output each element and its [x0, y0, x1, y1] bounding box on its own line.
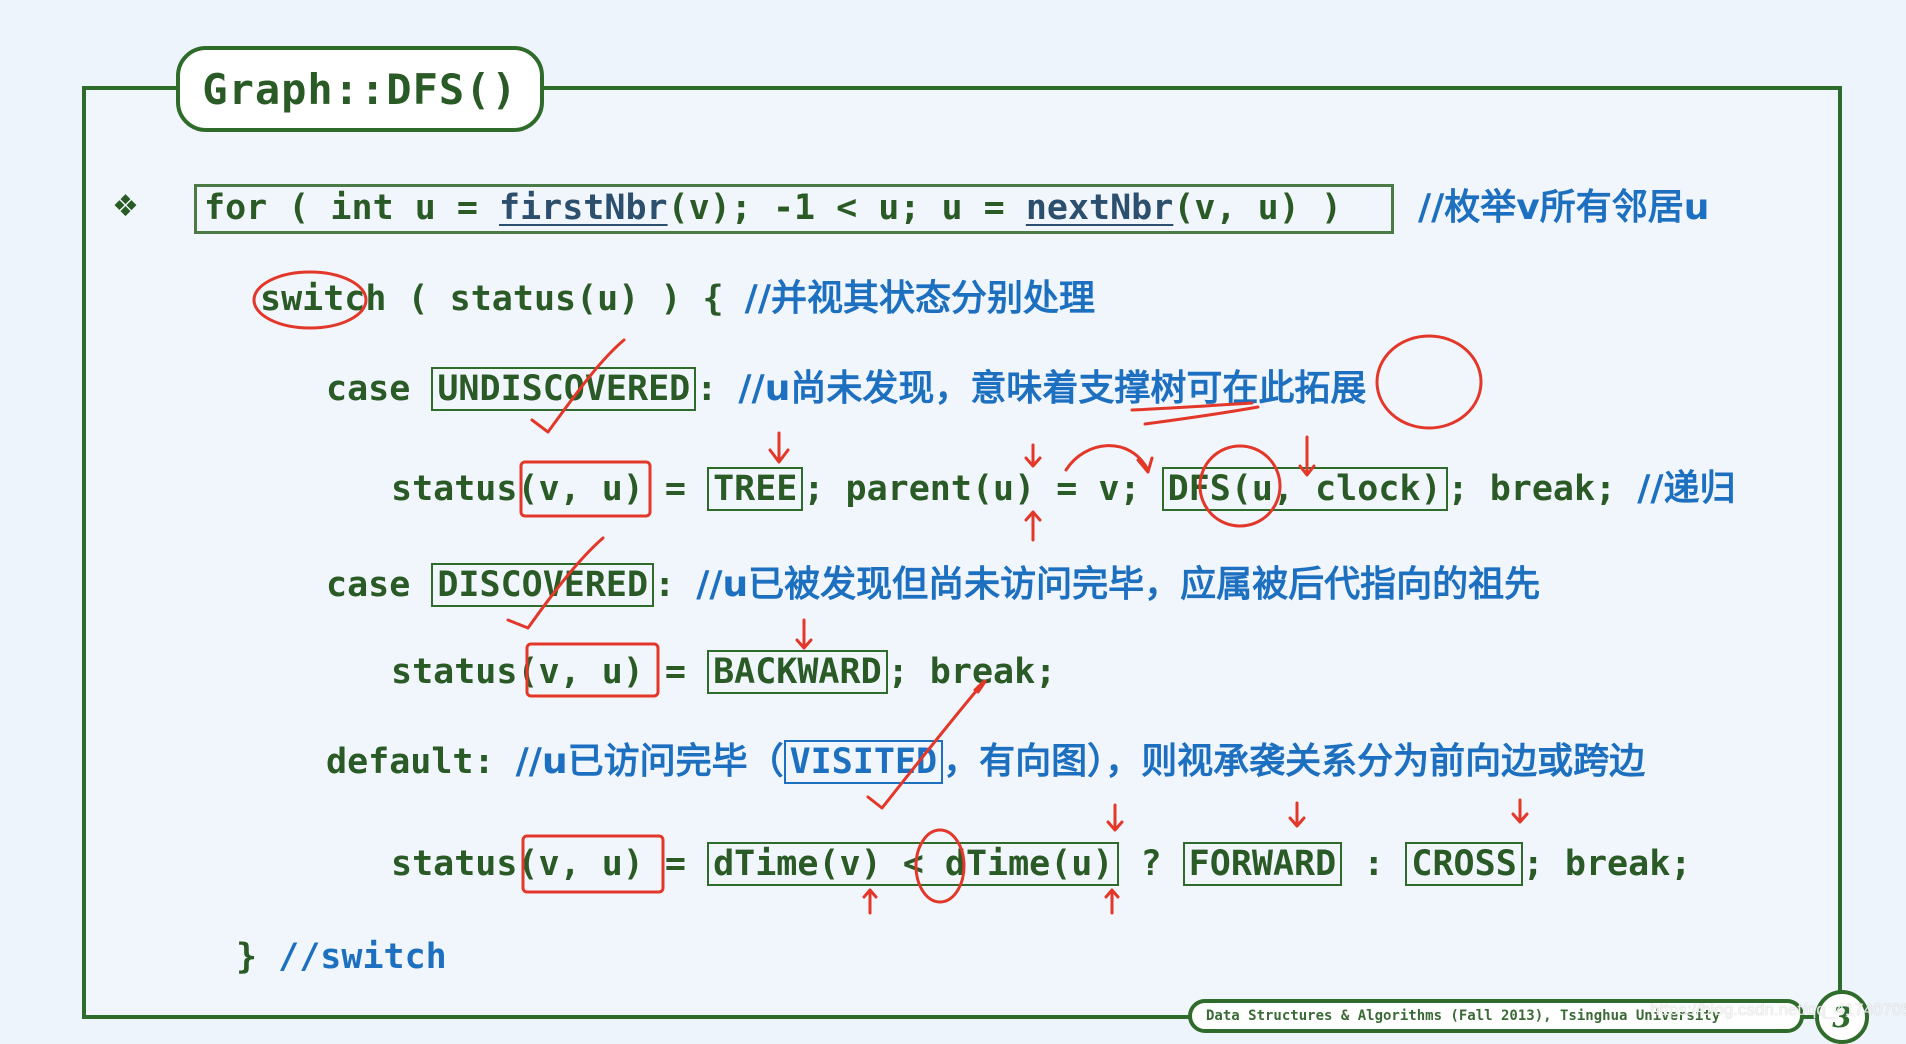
code-line-switch: switch ( status(u) ) { //并视其状态分别处理: [260, 277, 1095, 321]
four-diamond-bullet-icon: ❖: [112, 189, 139, 224]
closing-brace: }: [236, 937, 279, 977]
keyword-case: case: [326, 565, 432, 605]
code-text: ; break;: [1447, 469, 1638, 509]
comment-undiscovered: //u尚未发现，意味着支撑树可在此拓展: [738, 368, 1367, 409]
code-text: :: [654, 565, 697, 605]
code-text: ; break;: [1522, 844, 1692, 884]
code-text: for ( int u =: [204, 188, 500, 228]
code-line-case-undiscovered: case UNDISCOVERED: //u尚未发现，意味着支撑树可在此拓展: [326, 367, 1366, 411]
code-text: :: [696, 369, 739, 409]
comment-close-switch: //switch: [278, 937, 447, 977]
status-label-undiscovered: UNDISCOVERED: [431, 367, 697, 411]
keyword-default: default:: [326, 742, 516, 782]
code-text: (v, u) ): [1173, 188, 1342, 228]
keyword-case: case: [326, 369, 432, 409]
slide-title-text: Graph::DFS(): [202, 64, 518, 114]
comment-default-b: ，有向图），则视承袭关系分为前向边或跨边: [943, 741, 1646, 782]
code-line-tree: status(v, u) = TREE; parent(u) = v; DFS(…: [391, 467, 1736, 511]
function-nextNbr: nextNbr: [1025, 188, 1174, 228]
code-line-case-discovered: case DISCOVERED: //u已被发现但尚未访问完毕，应属被后代指向的…: [326, 563, 1540, 607]
course-footer-text: Data Structures & Algorithms (Fall 2013)…: [1206, 1008, 1721, 1024]
code-text: (v); -1 < u; u =: [667, 188, 1026, 228]
watermark-url: https://blog.csdn.net/qq_41740705: [1650, 1000, 1906, 1019]
code-line-forward-cross: status(v, u) = dTime(v) < dTime(u) ? FOR…: [391, 842, 1691, 886]
edge-label-backward: BACKWARD: [707, 650, 888, 694]
code-text: status(v, u) =: [391, 652, 708, 692]
code-line-default: default: //u已访问完毕（ VISITED ，有向图），则视承袭关系分为前…: [326, 740, 1645, 784]
code-line-for: for ( int u = firstNbr (v); -1 < u; u = n…: [204, 186, 1342, 230]
status-label-discovered: DISCOVERED: [431, 563, 655, 607]
edge-label-forward: FORWARD: [1182, 842, 1343, 886]
comment-for: //枚举v所有邻居u: [1418, 187, 1710, 228]
keyword-switch: switch: [260, 279, 387, 319]
edge-label-tree: TREE: [707, 467, 804, 511]
code-line-backward: status(v, u) = BACKWARD; break;: [391, 650, 1056, 694]
code-line-close-switch: } //switch: [236, 935, 447, 979]
function-firstNbr: firstNbr: [499, 188, 668, 228]
comment-switch: //并视其状态分别处理: [744, 278, 1095, 319]
code-text: status(v, u) =: [391, 844, 708, 884]
code-text: ( status(u) ) {: [386, 279, 745, 319]
edge-label-cross: CROSS: [1405, 842, 1523, 886]
code-text: ; break;: [887, 652, 1057, 692]
code-text: ; parent(u) = v;: [803, 469, 1162, 509]
status-label-visited: VISITED: [783, 740, 944, 784]
comment-recursion: //递归: [1637, 468, 1736, 509]
code-text: ?: [1119, 844, 1183, 884]
code-text: :: [1342, 844, 1406, 884]
slide-title: Graph::DFS(): [176, 46, 544, 132]
code-text: status(v, u) =: [391, 469, 708, 509]
comment-default-a: //u已访问完毕（: [515, 741, 784, 782]
dtime-comparison: dTime(v) < dTime(u): [707, 842, 1120, 886]
comment-discovered: //u已被发现但尚未访问完毕，应属被后代指向的祖先: [696, 564, 1541, 605]
recursive-dfs-call: DFS(u, clock): [1161, 467, 1448, 511]
